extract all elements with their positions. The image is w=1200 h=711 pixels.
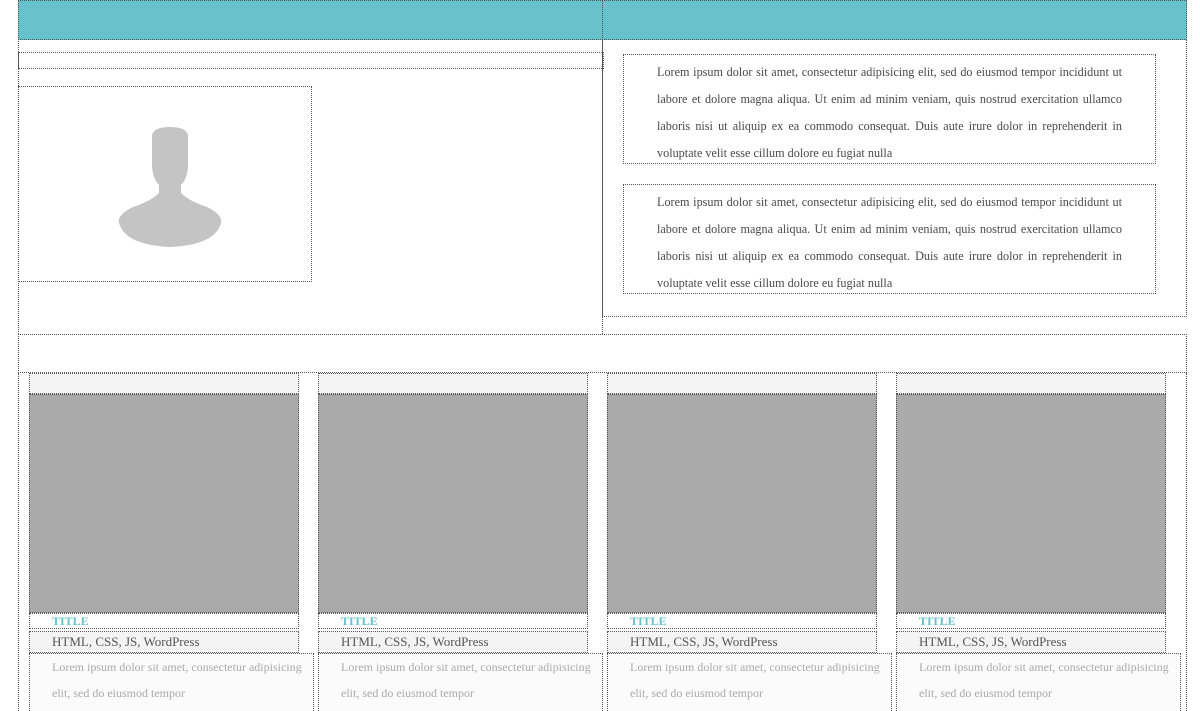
- card-top-bar: [896, 373, 1166, 394]
- project-description: Lorem ipsum dolor sit amet, consectetur …: [896, 653, 1181, 711]
- project-tags: HTML, CSS, JS, WordPress: [29, 631, 299, 653]
- about-paragraph-box: Lorem ipsum dolor sit amet, consectetur …: [623, 184, 1156, 294]
- avatar: [18, 86, 312, 282]
- about-paragraph: Lorem ipsum dolor sit amet, consectetur …: [657, 65, 1122, 160]
- project-title[interactable]: TITLE: [896, 613, 1166, 629]
- project-tags: HTML, CSS, JS, WordPress: [896, 631, 1166, 653]
- project-thumbnail[interactable]: [607, 394, 877, 613]
- project-card[interactable]: TITLE HTML, CSS, JS, WordPress Lorem ips…: [607, 373, 892, 711]
- left-header-bar: [18, 0, 603, 40]
- section-divider: [18, 334, 1187, 373]
- project-card[interactable]: TITLE HTML, CSS, JS, WordPress Lorem ips…: [896, 373, 1181, 711]
- project-title[interactable]: TITLE: [29, 613, 299, 629]
- project-title[interactable]: TITLE: [318, 613, 588, 629]
- project-card[interactable]: TITLE HTML, CSS, JS, WordPress Lorem ips…: [29, 373, 314, 711]
- project-description: Lorem ipsum dolor sit amet, consectetur …: [607, 653, 892, 711]
- about-paragraph-box: Lorem ipsum dolor sit amet, consectetur …: [623, 54, 1156, 164]
- card-top-bar: [29, 373, 299, 394]
- project-card[interactable]: TITLE HTML, CSS, JS, WordPress Lorem ips…: [318, 373, 603, 711]
- project-thumbnail[interactable]: [29, 394, 299, 613]
- card-top-bar: [318, 373, 588, 394]
- project-tags: HTML, CSS, JS, WordPress: [607, 631, 877, 653]
- project-description: Lorem ipsum dolor sit amet, consectetur …: [29, 653, 314, 711]
- right-header-bar: [602, 0, 1187, 40]
- profile-name-bar: [18, 52, 604, 69]
- about-paragraph: Lorem ipsum dolor sit amet, consectetur …: [657, 195, 1122, 290]
- card-top-bar: [607, 373, 877, 394]
- project-thumbnail[interactable]: [318, 394, 588, 613]
- project-title[interactable]: TITLE: [607, 613, 877, 629]
- project-description: Lorem ipsum dolor sit amet, consectetur …: [318, 653, 603, 711]
- project-thumbnail[interactable]: [896, 394, 1166, 613]
- project-tags: HTML, CSS, JS, WordPress: [318, 631, 588, 653]
- user-silhouette-icon: [118, 127, 222, 247]
